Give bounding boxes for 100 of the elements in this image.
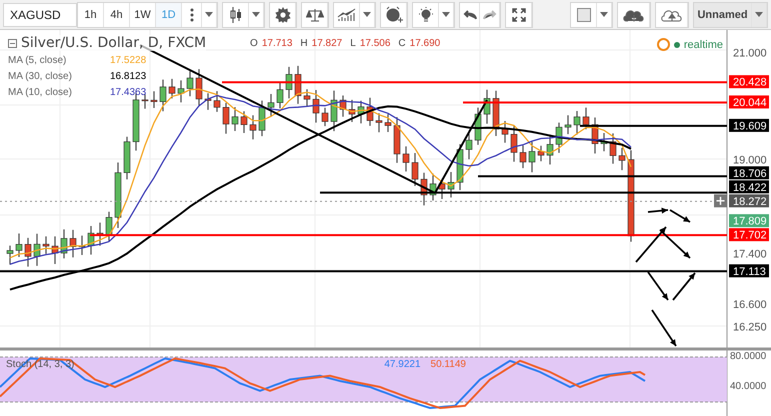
candlestick [348, 99, 356, 122]
candlestick [70, 229, 76, 258]
candlestick [610, 132, 616, 164]
price-label: 20.428 [729, 75, 769, 89]
candlestick [538, 145, 544, 162]
candlestick [528, 141, 536, 173]
price-label: 20.044 [729, 95, 769, 109]
candlestick [60, 228, 68, 259]
candlestick [114, 162, 122, 229]
candlestick [304, 88, 310, 106]
candlestick [618, 147, 626, 171]
candlestick [258, 100, 266, 137]
ohlc-value: 17.690 [410, 38, 440, 48]
dropdown-caret-icon[interactable] [597, 2, 612, 26]
candlestick [34, 233, 40, 266]
collapse-icon[interactable] [8, 38, 17, 48]
candlestick [564, 114, 572, 135]
candlestick [592, 116, 598, 154]
candlestick [312, 90, 320, 124]
ohlc-value: 17.506 [360, 38, 390, 48]
candlestick [232, 106, 238, 132]
candlestick [196, 68, 202, 107]
candlestick [420, 172, 428, 206]
candlestick [294, 65, 302, 104]
candlestick [42, 236, 50, 254]
indicator-name: MA (5, close) [8, 54, 68, 66]
candlestick [412, 152, 418, 186]
candlestick [178, 80, 184, 103]
candlestick [250, 114, 256, 140]
candlestick [222, 102, 230, 134]
price-label: 17.809 [729, 214, 769, 228]
candlestick [24, 237, 32, 268]
candlestick [214, 90, 220, 112]
ohlc-value: 17.827 [312, 38, 342, 48]
candlestick [358, 100, 364, 124]
oscillator-axis-label: 80.0000 [730, 351, 766, 363]
add-icon[interactable] [714, 194, 727, 208]
dropdown-caret-icon[interactable] [202, 2, 217, 26]
candlestick [52, 236, 58, 265]
candlestick [322, 107, 328, 127]
candlestick [186, 70, 194, 97]
oscillator-axis-label: 40.0000 [730, 381, 766, 393]
candlestick [168, 78, 176, 99]
candlestick [456, 144, 464, 191]
candlestick [556, 122, 562, 154]
arrow [647, 271, 669, 301]
price-axis-label: 16.600 [733, 298, 767, 311]
candlestick [106, 211, 112, 242]
candlestick [240, 110, 248, 134]
dropdown-caret-icon[interactable] [752, 2, 767, 26]
candlestick [402, 146, 410, 172]
candlestick [520, 144, 526, 169]
price-axis-label: 19.000 [733, 154, 767, 167]
candlestick [124, 136, 130, 180]
candlestick [600, 132, 608, 152]
redo-icon[interactable] [480, 2, 500, 26]
candlestick [96, 222, 104, 246]
candlestick [484, 89, 490, 124]
dropdown-caret-icon[interactable] [249, 2, 264, 26]
price-label: 18.272 [729, 194, 769, 208]
candlestick [474, 107, 482, 146]
candlestick [268, 94, 274, 118]
candlestick [430, 173, 436, 202]
candlestick [330, 90, 338, 132]
candlestick [16, 232, 22, 258]
ohlc-label: L [350, 38, 356, 48]
indicator-value: 50.1149 [430, 359, 466, 370]
arrow [672, 272, 696, 301]
dropdown-caret-icon[interactable] [439, 2, 454, 26]
candlestick [340, 95, 346, 118]
ohlc-value: 17.713 [262, 38, 292, 48]
candlestick [582, 107, 590, 130]
symbol-field[interactable]: XAGUSD [3, 2, 77, 26]
ohlc-label: H [300, 38, 308, 48]
indicator-name: MA (30, close) [8, 70, 73, 82]
arrow [651, 310, 677, 346]
candlestick [286, 66, 292, 99]
candlestick [88, 225, 94, 256]
candlestick [492, 90, 500, 137]
candlestick [204, 92, 212, 110]
candlestick [366, 97, 374, 126]
price-axis-label: 16.250 [733, 322, 767, 334]
clock-icon [656, 38, 670, 51]
series-title: Silver/U.S. Dollar, D, FXCM [21, 35, 206, 51]
dropdown-caret-icon[interactable] [360, 2, 375, 26]
indicator-value: 17.5228 [110, 54, 146, 66]
candlestick [574, 110, 580, 136]
candlestick [394, 116, 400, 164]
ohlc-label: C [398, 38, 406, 48]
candlestick [150, 90, 158, 108]
candlestick [160, 79, 166, 112]
ohlc-label: O [250, 38, 258, 48]
candlestick [384, 114, 392, 132]
price-label: 17.702 [729, 228, 769, 242]
candlestick [448, 172, 454, 198]
price-axis-label: 21.000 [733, 48, 767, 60]
candlestick [546, 134, 554, 166]
candlestick [376, 112, 382, 133]
candlestick [6, 245, 14, 266]
candlestick [510, 124, 518, 162]
